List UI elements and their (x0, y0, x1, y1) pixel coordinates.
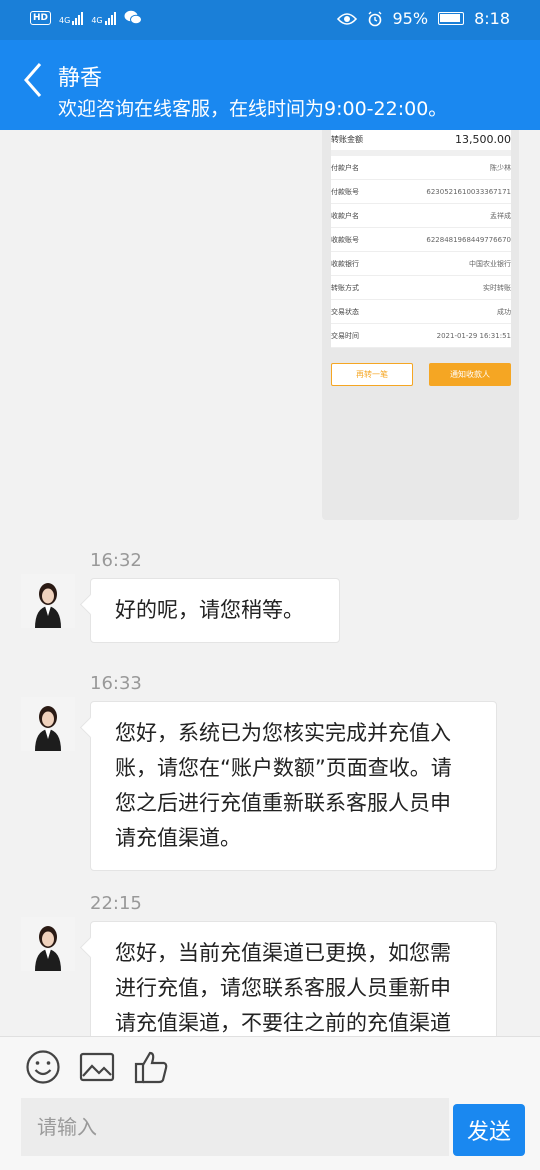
receipt-row: 交易时间 2021-01-29 16:31:51 (331, 324, 511, 348)
message-bubble[interactable]: 您好，当前充值渠道已更换，如您需 进行充值，请您联系客服人员重新申 请充值渠道，… (90, 921, 497, 1036)
agent-avatar[interactable] (21, 917, 75, 971)
input-toolbar (0, 1036, 540, 1094)
message-input-bar: 发送 (0, 1094, 540, 1170)
eye-icon (336, 12, 357, 25)
receipt-row: 收款户名 孟祥成 (331, 204, 511, 228)
send-button[interactable]: 发送 (453, 1104, 525, 1156)
receipt-row: 收款账号 6228481968449776670 (331, 228, 511, 252)
status-bar: HD 4G 4G 95% 8:18 (0, 0, 540, 40)
transfer-receipt-image[interactable]: 转账金额 13,500.00 付款户名 陈少林付款账号 62305216100333… (322, 130, 519, 520)
receipt-row-label: 付款户名 (331, 163, 359, 172)
receipt-row-value: 6228481968449776670 (426, 235, 511, 244)
wechat-icon (124, 10, 142, 25)
network-type-2: 4G (91, 15, 103, 25)
chat-header: 静香 欢迎咨询在线客服，在线时间为9:00-22:00。 (0, 40, 540, 130)
message-text: 好的呢，请您稍等。 (115, 598, 304, 622)
thumbs-up-icon[interactable] (133, 1049, 169, 1085)
agent-avatar-image (21, 574, 75, 628)
receipt-row-label: 交易时间 (331, 331, 359, 340)
agent-avatar-image (21, 697, 75, 751)
receipt-row-label: 收款户名 (331, 211, 359, 220)
receipt-row-value: 6230521610033367171 (426, 187, 511, 196)
message-line: 您好，当前充值渠道已更换，如您需 (115, 941, 451, 965)
receipt-row: 付款户名 陈少林 (331, 156, 511, 180)
message-line: 请充值渠道。 (115, 826, 241, 850)
receipt-row-value: 中国农业银行 (469, 259, 511, 268)
receipt-row: 付款账号 6230521610033367171 (331, 180, 511, 204)
message-line: 进行充值，请您联系客服人员重新申 (115, 976, 451, 1000)
network-type-1: 4G (59, 15, 71, 25)
agent-avatar[interactable] (21, 574, 75, 628)
receipt-row-value: 陈少林 (490, 163, 511, 172)
receipt-row-value: 实时转账 (483, 283, 511, 292)
battery-icon (438, 12, 465, 25)
message-timestamp: 16:33 (90, 673, 142, 694)
status-time: 8:18 (474, 9, 510, 28)
receipt-row-label: 交易状态 (331, 307, 359, 316)
signal-icon-2: 4G (91, 11, 116, 25)
emoji-icon[interactable] (25, 1049, 61, 1085)
battery-percent: 95% (392, 9, 429, 28)
receipt-amount-row: 转账金额 13,500.00 (331, 130, 511, 156)
image-icon[interactable] (79, 1049, 115, 1085)
message-input[interactable] (21, 1098, 449, 1156)
chat-message-list[interactable]: 转账金额 13,500.00 付款户名 陈少林付款账号 62305216100333… (0, 130, 540, 1036)
receipt-amount-label: 转账金额 (331, 134, 363, 144)
receipt-row: 收款银行 中国农业银行 (331, 252, 511, 276)
receipt-row-value: 孟祥成 (490, 211, 511, 220)
receipt-row-label: 转账方式 (331, 283, 359, 292)
message-timestamp: 16:32 (90, 550, 142, 571)
message-timestamp: 22:15 (90, 893, 142, 914)
message-line: 请充值渠道，不要往之前的充值渠道 (115, 1011, 451, 1035)
message-line: 账，请您在“账户数额”页面查收。请 (115, 756, 452, 780)
notify-payee-button: 通知收款人 (429, 363, 511, 386)
agent-avatar[interactable] (21, 697, 75, 751)
receipt-row-label: 收款银行 (331, 259, 359, 268)
receipt-row-value: 2021-01-29 16:31:51 (436, 331, 511, 340)
receipt-amount-value: 13,500.00 (455, 132, 511, 146)
receipt-row-label: 付款账号 (331, 187, 359, 196)
transfer-again-button: 再转一笔 (331, 363, 413, 386)
message-bubble[interactable]: 好的呢，请您稍等。 (90, 578, 340, 643)
back-arrow-icon[interactable] (22, 60, 44, 100)
message-line: 您之后进行充值重新联系客服人员申 (115, 791, 451, 815)
hd-indicator: HD (30, 10, 52, 25)
receipt-row: 交易状态 成功 (331, 300, 511, 324)
receipt-content: 转账金额 13,500.00 付款户名 陈少林付款账号 62305216100333… (331, 130, 511, 348)
message-line: 您好，系统已为您核实完成并充值入 (115, 721, 451, 745)
receipt-row: 转账方式 实时转账 (331, 276, 511, 300)
receipt-row-value: 成功 (497, 307, 511, 316)
receipt-row-label: 收款账号 (331, 235, 359, 244)
alarm-icon (368, 11, 381, 26)
agent-name: 静香 (58, 66, 103, 91)
agent-avatar-image (21, 917, 75, 971)
message-bubble[interactable]: 您好，系统已为您核实完成并充值入 账，请您在“账户数额”页面查收。请 您之后进行… (90, 701, 497, 871)
service-hours-notice: 欢迎咨询在线客服，在线时间为9:00-22:00。 (58, 98, 448, 120)
signal-icon-1: 4G (59, 11, 84, 25)
